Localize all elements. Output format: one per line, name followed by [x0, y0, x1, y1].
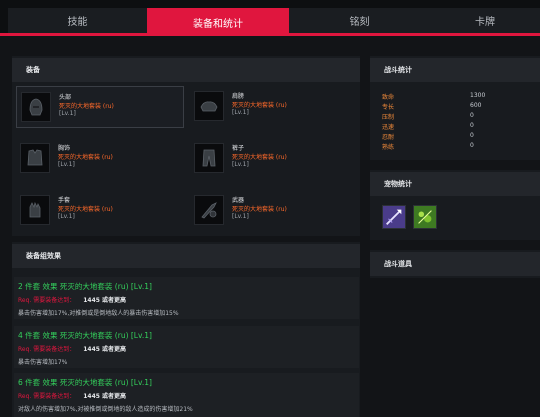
- set-effect-4pc: 4 件套 效果 死灭的大地套装 (ru) [Lv.1] Req. 需要装备达到：…: [14, 326, 359, 368]
- stat-label: 忍耐: [382, 134, 395, 141]
- set-effects-header: 装备组效果: [12, 244, 360, 268]
- equip-slot-weapon[interactable]: 武器 死灭的大地套装 (ru) [Lv.1]: [190, 190, 358, 232]
- slot-name: 头部: [59, 94, 72, 101]
- equipment-header: 装备: [12, 58, 360, 82]
- set-effect-desc: 暴击伤害增加17%: [18, 359, 68, 366]
- equip-slot-pants[interactable]: 裤子 死灭的大地套装 (ru) [Lv.1]: [190, 138, 358, 180]
- slot-set: 死灭的大地套装 (ru): [58, 206, 113, 213]
- nature-pet-icon[interactable]: [413, 205, 437, 229]
- slot-level: [Lv.1]: [58, 213, 75, 220]
- slot-level: [Lv.1]: [232, 213, 249, 220]
- set-effect-title: 6 件套 效果 死灭的大地套装 (ru) [Lv.1]: [18, 378, 152, 387]
- stat-value: 1300: [470, 92, 486, 99]
- slot-level: [Lv.1]: [232, 109, 249, 116]
- set-effect-6pc: 6 件套 效果 死灭的大地套装 (ru) [Lv.1] Req. 需要装备达到：…: [14, 373, 359, 417]
- set-effect-title: 2 件套 效果 死灭的大地套装 (ru) [Lv.1]: [18, 282, 152, 291]
- combat-stats-header: 战斗统计: [370, 58, 540, 82]
- tab-engravings[interactable]: 铭刻: [289, 8, 430, 33]
- slot-level: [Lv.1]: [58, 161, 75, 168]
- equip-slot-chest[interactable]: 胸饰 死灭的大地套装 (ru) [Lv.1]: [16, 138, 184, 180]
- stat-value: 0: [470, 142, 474, 149]
- stat-value: 600: [470, 102, 482, 109]
- set-effect-desc: 暴击伤害增加17%,对推倒或是倒地敌人的暴击伤害增加15%: [18, 310, 179, 317]
- stat-label: 迅速: [382, 124, 395, 131]
- arrow-pet-icon[interactable]: [382, 205, 406, 229]
- set-effect-requirement: Req. 需要装备达到： 1445 或者更高: [18, 295, 126, 304]
- slot-name: 武器: [232, 197, 245, 204]
- req-value: 1445 或者更高: [83, 346, 127, 353]
- stat-label: 压制: [382, 114, 395, 121]
- set-effect-title: 4 件套 效果 死灭的大地套装 (ru) [Lv.1]: [18, 331, 152, 340]
- helmet-icon: [21, 92, 51, 122]
- slot-name: 手套: [58, 197, 71, 204]
- equip-slot-head[interactable]: 头部 死灭的大地套装 (ru) [Lv.1]: [16, 86, 184, 128]
- slot-name: 肩膀: [232, 93, 245, 100]
- equip-slot-gloves[interactable]: 手套 死灭的大地套装 (ru) [Lv.1]: [16, 190, 184, 232]
- slot-set: 死灭的大地套装 (ru): [232, 206, 287, 213]
- weapon-icon: [194, 195, 224, 225]
- stat-label: 熟练: [382, 144, 395, 151]
- shoulder-icon: [194, 91, 224, 121]
- req-value: 1445 或者更高: [83, 393, 127, 400]
- slot-name: 裤子: [232, 145, 245, 152]
- set-effect-requirement: Req. 需要装备达到： 1445 或者更高: [18, 391, 126, 400]
- tab-bar: 技能 装备和统计 铭刻 卡牌: [0, 0, 540, 36]
- stat-value: 0: [470, 132, 474, 139]
- tab-cards[interactable]: 卡牌: [430, 8, 540, 33]
- set-effect-desc: 对敌人的伤害增加7%,对被推倒或倒地的敌人造成的伤害增加21%: [18, 406, 193, 413]
- slot-set: 死灭的大地套装 (ru): [59, 103, 114, 110]
- pants-icon: [194, 143, 224, 173]
- stat-value: 0: [470, 112, 474, 119]
- tab-skills[interactable]: 技能: [8, 8, 147, 33]
- slot-set: 死灭的大地套装 (ru): [58, 154, 113, 161]
- stat-label: 致命: [382, 94, 395, 101]
- set-effect-requirement: Req. 需要装备达到： 1445 或者更高: [18, 344, 126, 353]
- slot-name: 胸饰: [58, 145, 71, 152]
- req-label: Req. 需要装备达到：: [18, 297, 76, 304]
- slot-set: 死灭的大地套装 (ru): [232, 102, 287, 109]
- equip-slot-shoulder[interactable]: 肩膀 死灭的大地套装 (ru) [Lv.1]: [190, 86, 358, 128]
- tab-underline: [0, 33, 540, 36]
- tab-equipment-stats[interactable]: 装备和统计: [147, 8, 289, 36]
- slot-level: [Lv.1]: [232, 161, 249, 168]
- req-label: Req. 需要装备达到：: [18, 393, 76, 400]
- chest-icon: [20, 143, 50, 173]
- req-value: 1445 或者更高: [83, 297, 127, 304]
- combat-items-header: 战斗道具: [370, 252, 540, 276]
- req-label: Req. 需要装备达到：: [18, 346, 76, 353]
- slot-set: 死灭的大地套装 (ru): [232, 154, 287, 161]
- set-effect-2pc: 2 件套 效果 死灭的大地套装 (ru) [Lv.1] Req. 需要装备达到：…: [14, 277, 359, 319]
- slot-level: [Lv.1]: [59, 110, 76, 117]
- stat-value: 0: [470, 122, 474, 129]
- gloves-icon: [20, 195, 50, 225]
- stat-label: 专长: [382, 104, 395, 111]
- pet-stats-header: 宠物统计: [370, 172, 540, 196]
